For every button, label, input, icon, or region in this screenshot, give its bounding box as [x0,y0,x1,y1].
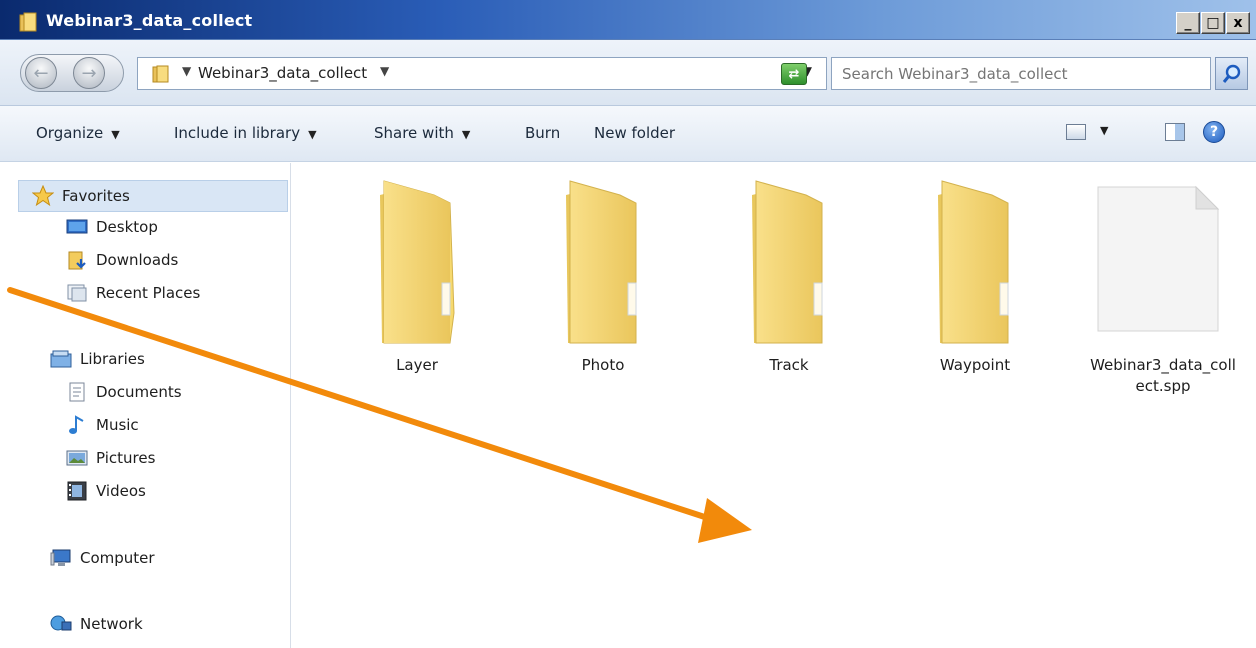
help-icon[interactable]: ? [1203,121,1225,143]
sidebar-item-pictures[interactable]: Pictures [66,447,155,469]
sidebar-item-label: Network [80,615,143,633]
include-in-library-menu[interactable]: Include in library ▼ [174,124,317,142]
folder-item-layer[interactable]: Layer [322,173,512,383]
nav-buttons: ← → [20,54,124,92]
breadcrumb[interactable]: Webinar3_data_collect [198,64,367,82]
window-title: Webinar3_data_collect [46,11,253,30]
preview-pane-icon[interactable] [1165,123,1185,141]
sidebar-item-label: Pictures [96,449,156,467]
file-name: Webinar3_data_coll ect.spp [1090,356,1236,395]
back-button[interactable]: ← [25,57,57,89]
title-bar: Webinar3_data_collect _ □ x [0,0,1256,40]
chevron-down-icon[interactable]: ▼ [1100,124,1108,137]
downloads-icon [68,251,86,270]
videos-icon [67,481,87,501]
computer-icon [50,549,71,566]
sidebar-item-label: Computer [80,549,155,567]
network-icon [50,615,72,631]
close-button[interactable]: x [1226,12,1250,34]
share-with-menu[interactable]: Share with ▼ [374,124,470,142]
address-bar: ← → ▼ Webinar3_data_collect ▼ ▼ ⇄ [0,40,1256,106]
maximize-button[interactable]: □ [1201,12,1225,34]
sidebar-item-label: Documents [96,383,182,401]
sidebar-item-label: Recent Places [96,284,201,302]
file-name: Track [769,356,809,374]
sidebar-item-downloads[interactable]: Downloads [66,249,178,271]
search-button[interactable] [1215,57,1248,90]
forward-button[interactable]: → [73,57,105,89]
organize-menu[interactable]: Organize ▼ [36,124,120,142]
sidebar-item-libraries[interactable]: Libraries [50,348,145,370]
burn-button[interactable]: Burn [525,124,560,142]
window-controls: _ □ x [1176,12,1250,34]
sidebar-item-music[interactable]: Music [66,414,139,436]
sidebar-item-label: Favorites [62,187,130,205]
file-name: Layer [396,356,438,374]
sidebar-item-desktop[interactable]: Desktop [66,216,158,238]
desktop-icon [66,219,88,234]
sidebar-item-label: Music [96,416,139,434]
command-bar: Organize ▼ Include in library ▼ Share with… [0,106,1256,162]
music-icon [69,415,84,434]
sidebar-item-favorites[interactable]: Favorites [18,180,288,212]
sidebar-item-computer[interactable]: Computer [50,547,155,569]
pictures-icon [66,450,88,466]
sidebar-item-label: Downloads [96,251,179,269]
folder-icon [938,180,1009,344]
recent-places-icon [67,284,87,302]
star-icon [32,185,54,207]
folder-icon [566,180,637,344]
sidebar-item-documents[interactable]: Documents [66,381,182,403]
sidebar-item-label: Desktop [96,218,158,236]
folder-item-waypoint[interactable]: Waypoint [880,173,1070,383]
chevron-down-icon[interactable]: ▼ [182,64,191,78]
refresh-button[interactable]: ⇄ [781,63,807,85]
folder-icon [380,180,455,344]
refresh-icon: ⇄ [788,66,800,82]
folder-icon [752,180,823,344]
folder-icon [19,12,37,32]
search-field[interactable] [831,57,1211,90]
search-input[interactable] [832,58,1210,89]
folder-icon [152,65,169,83]
file-item-spp[interactable]: Webinar3_data_coll ect.spp [1068,173,1256,413]
sidebar-item-recent-places[interactable]: Recent Places [66,282,200,304]
back-arrow-icon: ← [33,62,49,84]
sidebar-item-videos[interactable]: Videos [66,480,146,502]
new-folder-button[interactable]: New folder [594,124,675,142]
file-name: Waypoint [939,356,1011,374]
libraries-icon [50,350,72,368]
folder-item-photo[interactable]: Photo [508,173,698,383]
address-field[interactable]: ▼ Webinar3_data_collect ▼ ▼ [137,57,827,90]
forward-arrow-icon: → [81,62,97,84]
search-icon [1222,64,1241,83]
folder-item-track[interactable]: Track [694,173,884,383]
sidebar-item-label: Videos [96,482,146,500]
chevron-down-icon[interactable]: ▼ [380,64,389,78]
file-list: Layer Photo Track Waypoint Webinar3_data… [292,163,1256,648]
file-name: Photo [581,356,625,374]
views-icon[interactable] [1066,124,1086,140]
sidebar-item-network[interactable]: Network [50,613,143,635]
minimize-button[interactable]: _ [1176,12,1200,34]
file-icon [1097,185,1220,332]
navigation-pane: Favorites Desktop Downloads Recent Place… [0,163,291,648]
documents-icon [69,382,85,402]
sidebar-item-label: Libraries [80,350,145,368]
